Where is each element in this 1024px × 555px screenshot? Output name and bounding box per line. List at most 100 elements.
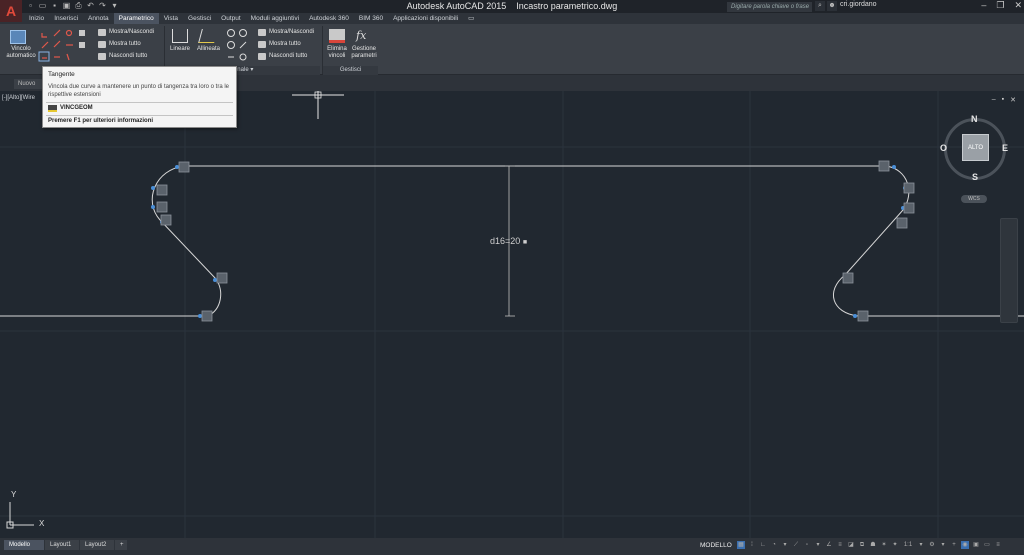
app-title: Autodesk AutoCAD 2015 [406, 1, 507, 11]
title-bar: ▫ ▭ ▪ ▣ ⎙ ↶ ↷ ▾ Autodesk AutoCAD 2015 In… [0, 0, 1024, 13]
geo-show-hide-button[interactable]: Mostra/Nascondi [109, 29, 154, 35]
geo-hide-all-button[interactable]: Nascondi tutto [109, 53, 147, 59]
delete-constraints-button[interactable]: Elimina vincoli [324, 46, 350, 60]
minimize-icon[interactable]: – [992, 96, 996, 104]
annotation-visibility-icon[interactable]: ✶ [880, 541, 888, 549]
fx-icon[interactable]: fx [356, 29, 372, 43]
auto-constrain-icon[interactable] [10, 30, 26, 44]
tooltip-divider [46, 115, 233, 116]
tab-gestisci[interactable]: Gestisci [183, 13, 216, 24]
chevron-down-icon[interactable]: ▾ [939, 541, 947, 549]
plus-icon[interactable]: + [950, 541, 958, 549]
hardware-icon[interactable]: ▣ [972, 541, 980, 549]
search-input[interactable]: Digitare parola chiave o frase [727, 2, 812, 12]
diagonal-right[interactable] [844, 209, 904, 276]
tooltip-help: Premere F1 per ulteriori informazioni [48, 118, 154, 124]
tab-vista[interactable]: Vista [159, 13, 183, 24]
hide-all-icon [98, 53, 106, 60]
parameter-manager-button[interactable]: Gestione parametri [350, 46, 378, 60]
ribbon-tabs: Inizio Inserisci Annota Parametrico Vist… [24, 13, 479, 24]
drawing-svg[interactable] [0, 91, 1024, 538]
transparency-icon[interactable]: ◪ [847, 541, 855, 549]
gear-icon[interactable]: ⚙ [928, 541, 936, 549]
lineweight-icon[interactable]: ≡ [836, 541, 844, 549]
annotation-scale-icon[interactable]: ☗ [869, 541, 877, 549]
layout-tab-layout2[interactable]: Layout2 [80, 540, 114, 550]
panel-label-manage: Gestisci [323, 66, 378, 75]
tab-applicazioni[interactable]: Applicazioni disponibili [388, 13, 463, 24]
aligned-dimension-button[interactable]: Allineata [197, 46, 220, 52]
layout-tab-model[interactable]: Modello [4, 540, 44, 550]
autoscale-icon[interactable]: ✦ [891, 541, 899, 549]
linear-dimension-icon[interactable] [172, 29, 188, 43]
geo-show-all-button[interactable]: Mostra tutto [109, 41, 141, 47]
model-space-button[interactable]: MODELLO [700, 542, 732, 549]
navigation-bar[interactable] [1000, 218, 1018, 323]
clean-screen-icon[interactable]: ▭ [983, 541, 991, 549]
delete-constraints-icon[interactable] [329, 29, 345, 43]
isodraft-icon[interactable]: ⟋ [792, 541, 800, 549]
snap-icon[interactable]: ⁞ [748, 541, 756, 549]
search-icon[interactable]: ⌕ [815, 1, 825, 11]
otrack-icon[interactable]: ∠ [825, 541, 833, 549]
tab-autodesk-360[interactable]: Autodesk 360 [304, 13, 354, 24]
diagonal-left[interactable] [159, 219, 217, 280]
command-icon [48, 105, 57, 112]
layout-tab-layout1[interactable]: Layout1 [45, 540, 79, 550]
add-layout-icon[interactable]: + [115, 540, 127, 550]
tangent-markers [151, 165, 907, 318]
constraint-glyphs[interactable] [156, 160, 915, 322]
viewport-controls: – ▪ ✕ [992, 96, 1016, 104]
dim-show-all-icon [258, 41, 266, 48]
restore-icon[interactable]: ▪ [1002, 96, 1004, 104]
selection-cycling-icon[interactable]: ⧉ [858, 541, 866, 549]
chevron-down-icon[interactable]: ▾ [917, 541, 925, 549]
dim-hide-all-button[interactable]: Nascondi tutto [269, 53, 307, 59]
geometric-constraint-icons[interactable] [38, 28, 94, 64]
menu-icon[interactable]: ≡ [994, 541, 1002, 549]
isolate-icon[interactable]: ◉ [961, 541, 969, 549]
chevron-down-icon[interactable]: ▾ [814, 541, 822, 549]
linear-dimension-button[interactable]: Lineare [170, 46, 190, 52]
scale-readout[interactable]: 1:1 [902, 541, 914, 549]
arc-bottom-left[interactable] [207, 278, 222, 317]
close-icon[interactable]: ✕ [1010, 96, 1016, 104]
restore-icon[interactable]: ❐ [996, 0, 1004, 11]
compass-north[interactable]: N [971, 114, 978, 124]
tab-inizio[interactable]: Inizio [24, 13, 49, 24]
dim-show-all-button[interactable]: Mostra tutto [269, 41, 301, 47]
ortho-icon[interactable]: ∟ [759, 541, 767, 549]
viewcube-face[interactable]: ALTO [962, 134, 989, 161]
auto-constrain-button[interactable]: Vincolo automatico [4, 46, 38, 60]
title-toolbar-icons: ⌕ ☻ [815, 1, 837, 11]
ribbon-minimize-icon[interactable]: ▭ [463, 13, 479, 24]
tab-inserisci[interactable]: Inserisci [49, 13, 83, 24]
tab-moduli-aggiuntivi[interactable]: Moduli aggiuntivi [246, 13, 304, 24]
chevron-down-icon[interactable]: ▾ [781, 541, 789, 549]
polar-icon[interactable]: ◔ [770, 541, 778, 549]
minimize-icon[interactable]: – [981, 0, 986, 11]
close-icon[interactable]: ✕ [1014, 0, 1022, 11]
autocad-window: ▫ ▭ ▪ ▣ ⎙ ↶ ↷ ▾ Autodesk AutoCAD 2015 In… [0, 0, 1024, 555]
wcs-menu[interactable]: WCS [961, 195, 987, 203]
dimension-small-icons[interactable] [226, 28, 250, 64]
tangent-tooltip: Tangente Vincola due curve a mantenere u… [42, 66, 237, 128]
dimension-text: d16=20 [490, 236, 521, 246]
compass-south[interactable]: S [972, 172, 978, 182]
user-name[interactable]: cri.giordano [840, 1, 877, 8]
application-menu-button[interactable]: A [0, 0, 22, 22]
status-toggle-icons: ▦ ⁞ ∟ ◔ ▾ ⟋ ▫ ▾ ∠ ≡ ◪ ⧉ ☗ ✶ ✦ 1:1 ▾ ⚙ ▾ … [737, 541, 1002, 549]
drawing-canvas[interactable]: d16=20 ■ Y X [0, 91, 1024, 538]
tab-output[interactable]: Output [216, 13, 246, 24]
grid-icon[interactable]: ▦ [737, 541, 745, 549]
user-icon[interactable]: ☻ [827, 1, 837, 11]
tab-bim-360[interactable]: BIM 360 [354, 13, 388, 24]
dimension-label[interactable]: d16=20 ■ [490, 236, 527, 246]
dim-show-hide-button[interactable]: Mostra/Nascondi [269, 29, 314, 35]
compass-east[interactable]: E [1002, 143, 1008, 153]
compass-west[interactable]: O [940, 143, 947, 153]
tab-parametrico[interactable]: Parametrico [113, 13, 159, 24]
tab-annota[interactable]: Annota [83, 13, 114, 24]
osnap-icon[interactable]: ▫ [803, 541, 811, 549]
viewport-label[interactable]: [-][Alto][Wire [2, 95, 35, 101]
